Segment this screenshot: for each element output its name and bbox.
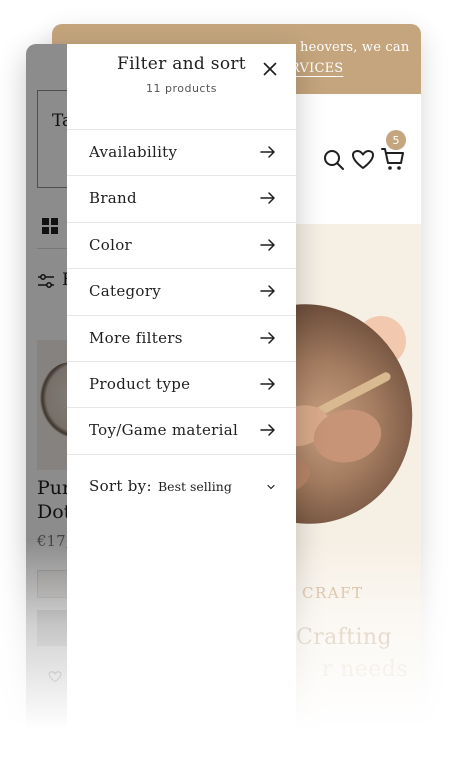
- cart-icon[interactable]: [380, 146, 406, 172]
- filter-item-product-type[interactable]: Product type: [67, 362, 296, 409]
- filter-list: Availability Brand Color Category More f…: [67, 129, 296, 455]
- product-count: 11 products: [145, 82, 218, 95]
- filter-item-color[interactable]: Color: [67, 223, 296, 270]
- filter-item-availability[interactable]: Availability: [67, 130, 296, 177]
- filter-item-label: Color: [89, 235, 133, 254]
- arrow-right-icon: [260, 239, 275, 251]
- filter-item-label: Category: [89, 282, 162, 301]
- hero-heading: Crafting r needs: [296, 622, 408, 686]
- filter-item-brand[interactable]: Brand: [67, 176, 296, 223]
- sort-select-value: Best selling: [158, 479, 232, 494]
- search-icon[interactable]: [322, 148, 346, 172]
- sort-select[interactable]: Best selling: [157, 474, 281, 500]
- arrow-right-icon: [260, 331, 275, 344]
- announcement-link[interactable]: RVICES: [290, 59, 343, 79]
- hero-heading-line1: Crafting: [296, 625, 392, 650]
- arrow-right-icon: [260, 192, 275, 205]
- filter-item-toy-game-material[interactable]: Toy/Game material: [67, 408, 296, 455]
- filter-sort-drawer: Filter and sort 11 products Availability…: [67, 44, 296, 783]
- sort-label: Sort by:: [89, 477, 152, 495]
- filter-item-more-filters[interactable]: More filters: [67, 316, 296, 362]
- hero-kicker: CRAFT: [302, 584, 364, 602]
- sort-row: Sort by: Best selling: [67, 474, 296, 504]
- heart-icon[interactable]: [351, 148, 375, 172]
- arrow-right-icon: [260, 285, 275, 297]
- arrow-right-icon: [260, 378, 275, 390]
- filter-item-label: More filters: [89, 328, 183, 347]
- arrow-right-icon: [260, 146, 275, 158]
- announcement-text: heovers, we can: [300, 40, 410, 55]
- filter-item-label: Product type: [89, 374, 191, 393]
- chevron-down-icon: [267, 484, 275, 490]
- filter-item-category[interactable]: Category: [67, 269, 296, 316]
- cart-count-badge: 5: [386, 130, 406, 150]
- filter-item-label: Availability: [89, 143, 178, 161]
- filter-item-label: Brand: [89, 189, 137, 208]
- filter-item-label: Toy/Game material: [89, 421, 239, 440]
- arrow-right-icon: [260, 424, 275, 437]
- close-button[interactable]: [261, 60, 279, 78]
- close-icon: [263, 62, 277, 76]
- hero-heading-line2: r needs: [322, 657, 408, 682]
